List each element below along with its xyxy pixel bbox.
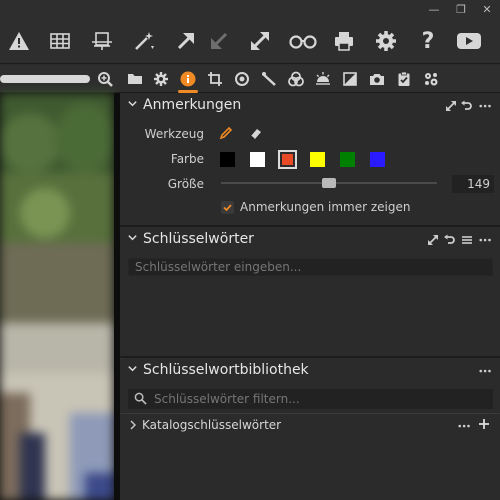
panel-divider bbox=[120, 356, 500, 358]
gear-tab-icon[interactable] bbox=[151, 69, 171, 89]
info-icon[interactable] bbox=[178, 69, 198, 89]
clipboard-icon[interactable] bbox=[394, 69, 414, 89]
color-swatch[interactable] bbox=[340, 152, 355, 167]
keyword-library-header[interactable]: Schlüsselwortbibliothek bbox=[120, 359, 500, 383]
main-toolbar: ? bbox=[0, 20, 500, 64]
chevron-down-icon[interactable] bbox=[127, 363, 139, 377]
photo-preview bbox=[0, 93, 114, 500]
title-bar: — ❐ ✕ bbox=[0, 0, 500, 20]
tool-label: Werkzeug bbox=[144, 127, 204, 141]
color-icon[interactable] bbox=[286, 69, 306, 89]
size-label: Größe bbox=[167, 177, 204, 191]
tool-tabs bbox=[120, 65, 500, 93]
arrow-up-right-icon[interactable] bbox=[172, 28, 200, 54]
color-swatch[interactable] bbox=[310, 152, 325, 167]
keywords-header[interactable]: Schlüsselwörter bbox=[120, 228, 500, 252]
crop-icon[interactable] bbox=[205, 69, 225, 89]
size-value[interactable]: 149 bbox=[452, 175, 494, 193]
list-icon[interactable] bbox=[460, 233, 474, 247]
color-swatch[interactable] bbox=[250, 152, 265, 167]
chevron-down-icon[interactable] bbox=[127, 232, 139, 246]
color-swatch[interactable] bbox=[278, 150, 297, 169]
settings-icon[interactable] bbox=[372, 28, 400, 54]
chevron-right-icon[interactable] bbox=[128, 419, 138, 431]
catalog-keywords-label[interactable]: Katalogschlüsselwörter bbox=[142, 418, 281, 432]
active-tab-indicator bbox=[178, 90, 198, 93]
keywords-panel: Schlüsselwörter bbox=[120, 228, 500, 356]
expand-icon[interactable] bbox=[426, 233, 440, 247]
more-options-icon[interactable] bbox=[458, 420, 472, 430]
row-divider bbox=[120, 413, 500, 414]
overlay-icon[interactable] bbox=[88, 28, 116, 54]
annotations-header[interactable]: Anmerkungen bbox=[120, 94, 500, 118]
magic-wand-icon[interactable] bbox=[130, 28, 158, 54]
proof-glasses-icon[interactable] bbox=[286, 28, 320, 54]
arrow-down-left-icon[interactable] bbox=[205, 28, 233, 54]
video-icon[interactable] bbox=[455, 28, 483, 54]
more-options-icon[interactable] bbox=[478, 364, 494, 378]
add-keyword-icon[interactable] bbox=[478, 418, 490, 430]
always-show-checkbox[interactable] bbox=[221, 201, 234, 214]
panel-title: Schlüsselwortbibliothek bbox=[143, 362, 309, 378]
restore-button[interactable]: ❐ bbox=[451, 2, 471, 18]
keyword-filter-field[interactable] bbox=[128, 389, 493, 409]
color-swatch[interactable] bbox=[370, 152, 385, 167]
color-label: Farbe bbox=[170, 152, 204, 166]
close-button[interactable]: ✕ bbox=[477, 2, 497, 18]
image-viewer[interactable] bbox=[0, 65, 120, 500]
reset-icon[interactable] bbox=[442, 233, 456, 247]
more-options-icon[interactable] bbox=[478, 233, 494, 247]
reset-icon[interactable] bbox=[459, 99, 473, 113]
more-options-icon[interactable] bbox=[478, 99, 494, 113]
camera-icon[interactable] bbox=[367, 69, 387, 89]
zoom-slider[interactable] bbox=[0, 75, 90, 83]
panel-title: Schlüsselwörter bbox=[143, 231, 254, 247]
exposure-icon[interactable] bbox=[313, 69, 333, 89]
keyword-filter-input[interactable] bbox=[148, 390, 488, 408]
folder-icon[interactable] bbox=[125, 69, 145, 89]
grid-icon[interactable] bbox=[46, 28, 74, 54]
zoom-in-icon[interactable] bbox=[97, 71, 113, 87]
help-icon[interactable]: ? bbox=[414, 28, 442, 54]
expand-icon[interactable] bbox=[444, 99, 458, 113]
ruler-icon[interactable] bbox=[259, 69, 279, 89]
search-icon bbox=[134, 392, 148, 406]
minimize-button[interactable]: — bbox=[424, 2, 444, 18]
zoom-bar bbox=[0, 65, 120, 93]
fullscreen-icon[interactable] bbox=[246, 28, 274, 54]
chevron-down-icon[interactable] bbox=[127, 98, 139, 112]
batch-icon[interactable] bbox=[421, 69, 441, 89]
warning-icon[interactable] bbox=[5, 28, 33, 54]
size-slider-thumb[interactable] bbox=[322, 178, 336, 188]
contrast-icon[interactable] bbox=[340, 69, 360, 89]
eraser-icon[interactable] bbox=[249, 126, 263, 140]
keywords-input[interactable] bbox=[128, 258, 493, 276]
panel-title: Anmerkungen bbox=[143, 97, 242, 113]
print-icon[interactable] bbox=[330, 28, 358, 54]
circle-icon[interactable] bbox=[232, 69, 252, 89]
pencil-icon[interactable] bbox=[219, 126, 233, 140]
always-show-label: Anmerkungen immer zeigen bbox=[240, 200, 411, 214]
color-swatch[interactable] bbox=[220, 152, 235, 167]
panel-divider bbox=[120, 225, 500, 227]
